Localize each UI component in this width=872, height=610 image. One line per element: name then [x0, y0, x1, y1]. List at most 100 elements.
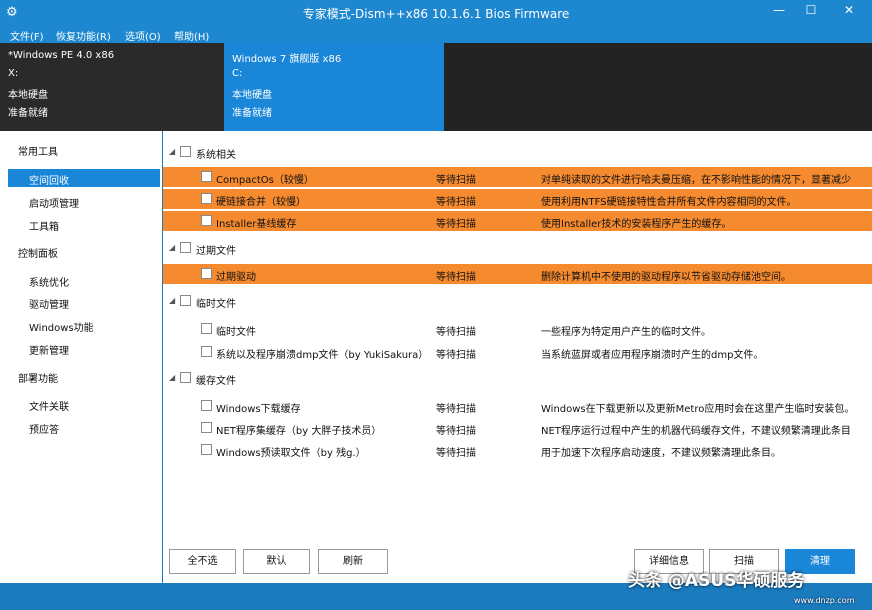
select-none-button[interactable]: 全不选: [169, 549, 236, 574]
item-description: 对单纯读取的文件进行哈夫曼压缩，在不影响性能的情况下，显著减少: [541, 175, 851, 186]
category-checkbox[interactable]: [180, 146, 191, 157]
item-checkbox[interactable]: [201, 215, 212, 226]
item-description: 用于加速下次程序启动速度，不建议频繁清理此条目。: [541, 448, 781, 459]
category-header[interactable]: ◢ 系统相关: [163, 142, 872, 162]
collapse-arrow-icon[interactable]: ◢: [169, 243, 175, 252]
sidebar-item-optimize[interactable]: 系统优化: [29, 274, 69, 289]
volume-tile-win7[interactable]: Windows 7 旗舰版 x86 C: 本地硬盘 准备就绪: [224, 43, 444, 131]
item-status: 等待扫描: [436, 272, 476, 283]
volume-tile-pe[interactable]: *Windows PE 4.0 x86 X: 本地硬盘 准备就绪: [0, 43, 224, 131]
volume-status: 准备就绪: [8, 108, 48, 119]
volume-name: Windows 7 旗舰版 x86: [232, 54, 342, 65]
item-name: 系统以及程序崩溃dmp文件（by YukiSakura）: [216, 350, 429, 361]
item-status: 等待扫描: [436, 175, 476, 186]
item-description: 使用Installer技术的安装程序产生的缓存。: [541, 219, 732, 230]
item-status: 等待扫描: [436, 327, 476, 338]
category-label: 缓存文件: [196, 376, 236, 387]
window-title: 专家模式-Dism++x86 10.1.6.1 Bios Firmware: [302, 7, 570, 21]
sidebar-item-updates[interactable]: 更新管理: [29, 342, 69, 357]
category-label: 系统相关: [196, 150, 236, 161]
sidebar-item-startup[interactable]: 启动项管理: [29, 195, 79, 210]
category-label: 临时文件: [196, 299, 236, 310]
sidebar-group-tools: 常用工具: [18, 147, 58, 158]
item-status: 等待扫描: [436, 350, 476, 361]
volume-drive: C:: [232, 68, 243, 79]
list-item[interactable]: NET程序集缓存（by 大胖子技术员） 等待扫描 NET程序运行过程中产生的机器…: [163, 418, 872, 438]
list-item[interactable]: Windows下载缓存 等待扫描 Windows在下载更新以及更新Metro应用…: [163, 396, 872, 416]
item-checkbox[interactable]: [201, 171, 212, 182]
category-header[interactable]: ◢ 缓存文件: [163, 368, 872, 388]
refresh-button[interactable]: 刷新: [318, 549, 388, 574]
list-item[interactable]: 过期驱动 等待扫描 删除计算机中不使用的驱动程序以节省驱动存储池空间。: [163, 264, 872, 284]
volume-name: *Windows PE 4.0 x86: [8, 50, 115, 61]
list-item[interactable]: 临时文件 等待扫描 一些程序为特定用户产生的临时文件。: [163, 319, 872, 339]
default-button[interactable]: 默认: [243, 549, 310, 574]
collapse-arrow-icon[interactable]: ◢: [169, 147, 175, 156]
menu-bar: 文件(F) 恢复功能(R) 选项(O) 帮助(H): [0, 26, 872, 43]
item-description: 当系统蓝屏或者应用程序崩溃时产生的dmp文件。: [541, 350, 764, 361]
sidebar-item-file-assoc[interactable]: 文件关联: [29, 398, 69, 413]
sidebar-item-features[interactable]: Windows功能: [29, 319, 94, 334]
list-item[interactable]: 系统以及程序崩溃dmp文件（by YukiSakura） 等待扫描 当系统蓝屏或…: [163, 342, 872, 362]
menu-options[interactable]: 选项(O): [125, 28, 161, 43]
maximize-button[interactable]: ☐: [796, 0, 826, 22]
item-checkbox[interactable]: [201, 268, 212, 279]
menu-restore[interactable]: 恢复功能(R): [56, 28, 111, 43]
watermark-text: 头条 @ASUS华硕服务: [628, 571, 805, 591]
watermark-site: www.dnzp.com: [794, 596, 855, 605]
item-name: NET程序集缓存（by 大胖子技术员）: [216, 426, 382, 437]
item-description: 删除计算机中不使用的驱动程序以节省驱动存储池空间。: [541, 272, 791, 283]
sidebar-item-space-recovery[interactable]: 空间回收: [29, 172, 69, 187]
sidebar: 常用工具 空间回收 启动项管理 工具箱 控制面板 系统优化 驱动管理 Windo…: [0, 131, 163, 583]
sidebar-item-drivers[interactable]: 驱动管理: [29, 296, 69, 311]
item-status: 等待扫描: [436, 448, 476, 459]
category-checkbox[interactable]: [180, 372, 191, 383]
item-name: 过期驱动: [216, 272, 256, 283]
category-checkbox[interactable]: [180, 242, 191, 253]
title-bar: ⚙ 专家模式-Dism++x86 10.1.6.1 Bios Firmware …: [0, 0, 872, 26]
collapse-arrow-icon[interactable]: ◢: [169, 373, 175, 382]
item-description: NET程序运行过程中产生的机器代码缓存文件，不建议频繁清理此条目: [541, 426, 851, 437]
sidebar-item-answer-file[interactable]: 预应答: [29, 421, 59, 436]
collapse-arrow-icon[interactable]: ◢: [169, 296, 175, 305]
item-status: 等待扫描: [436, 219, 476, 230]
close-button[interactable]: ✕: [826, 0, 872, 22]
list-item[interactable]: Installer基线缓存 等待扫描 使用Installer技术的安装程序产生的…: [163, 211, 872, 231]
volume-type: 本地硬盘: [8, 90, 48, 101]
item-description: Windows在下载更新以及更新Metro应用时会在这里产生临时安装包。: [541, 404, 855, 415]
item-status: 等待扫描: [436, 197, 476, 208]
category-label: 过期文件: [196, 246, 236, 257]
category-checkbox[interactable]: [180, 295, 191, 306]
category-header[interactable]: ◢ 临时文件: [163, 291, 872, 311]
item-name: Windows预读取文件（by 残g.）: [216, 448, 366, 459]
category-header[interactable]: ◢ 过期文件: [163, 238, 872, 258]
item-name: CompactOs（较慢）: [216, 175, 314, 186]
sidebar-item-toolbox[interactable]: 工具箱: [29, 218, 59, 233]
menu-file[interactable]: 文件(F): [10, 28, 44, 43]
cleanup-list: ◢ 系统相关 CompactOs（较慢） 等待扫描 对单纯读取的文件进行哈夫曼压…: [163, 131, 872, 583]
list-item[interactable]: 硬链接合并（较慢） 等待扫描 使用利用NTFS硬链接特性合并所有文件内容相同的文…: [163, 189, 872, 209]
item-name: Installer基线缓存: [216, 219, 297, 230]
item-checkbox[interactable]: [201, 400, 212, 411]
list-item[interactable]: Windows预读取文件（by 残g.） 等待扫描 用于加速下次程序启动速度，不…: [163, 440, 872, 460]
item-checkbox[interactable]: [201, 422, 212, 433]
minimize-button[interactable]: —: [764, 0, 794, 22]
item-description: 使用利用NTFS硬链接特性合并所有文件内容相同的文件。: [541, 197, 797, 208]
item-checkbox[interactable]: [201, 193, 212, 204]
sidebar-group-control: 控制面板: [18, 249, 58, 260]
item-name: Windows下载缓存: [216, 404, 301, 415]
item-name: 临时文件: [216, 327, 256, 338]
item-checkbox[interactable]: [201, 323, 212, 334]
list-item[interactable]: CompactOs（较慢） 等待扫描 对单纯读取的文件进行哈夫曼压缩，在不影响性…: [163, 167, 872, 187]
volume-status: 准备就绪: [232, 108, 272, 119]
volume-drive: X:: [8, 68, 19, 79]
menu-help[interactable]: 帮助(H): [174, 28, 209, 43]
volume-type: 本地硬盘: [232, 90, 272, 101]
volume-bar: *Windows PE 4.0 x86 X: 本地硬盘 准备就绪 Windows…: [0, 43, 872, 131]
item-checkbox[interactable]: [201, 444, 212, 455]
item-name: 硬链接合并（较慢）: [216, 197, 306, 208]
sidebar-group-deploy: 部署功能: [18, 374, 58, 385]
item-status: 等待扫描: [436, 426, 476, 437]
item-description: 一些程序为特定用户产生的临时文件。: [541, 327, 711, 338]
item-checkbox[interactable]: [201, 346, 212, 357]
